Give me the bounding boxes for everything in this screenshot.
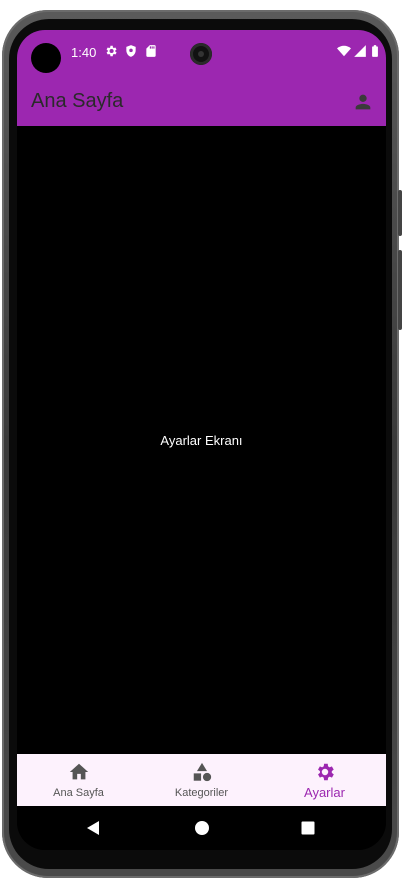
nav-item-settings[interactable]: Ayarlar [263,754,386,806]
settings-icon [317,763,334,781]
volume-button [398,190,402,236]
nav-item-categories[interactable]: Kategoriler [140,754,263,806]
content-area: Ayarlar Ekranı [17,126,386,754]
app-bar: Ana Sayfa [17,74,386,126]
phone-screen: 1:40 Ana Sayfa Ayarlar Ekranı Ana Sayfa … [17,30,386,850]
system-navigation-bar [17,806,386,850]
battery-icon [372,45,378,57]
signal-icon [354,45,366,57]
bottom-navigation: Ana Sayfa Kategoriler Ayarlar [17,754,386,806]
status-time: 1:40 [71,45,97,60]
home-circle-icon[interactable] [194,820,210,836]
nav-label-categories: Kategoriler [174,787,229,799]
nav-label-settings: Ayarlar [304,785,345,800]
sd-card-icon [146,45,156,57]
status-bar: 1:40 [17,30,386,74]
front-camera [190,43,212,65]
wifi-icon [337,45,351,57]
power-button [398,250,402,330]
categories-icon [193,762,211,782]
back-icon[interactable] [86,820,102,836]
person-icon[interactable] [352,91,374,113]
screen-label: Ayarlar Ekranı [160,433,243,448]
settings-notification-icon [106,45,117,57]
shield-icon [126,45,136,57]
nav-label-home: Ana Sayfa [53,787,104,799]
home-icon [69,763,88,780]
page-title: Ana Sayfa [31,90,124,112]
recents-icon[interactable] [300,820,316,836]
status-dot [31,43,61,73]
nav-item-home[interactable]: Ana Sayfa [17,754,140,806]
